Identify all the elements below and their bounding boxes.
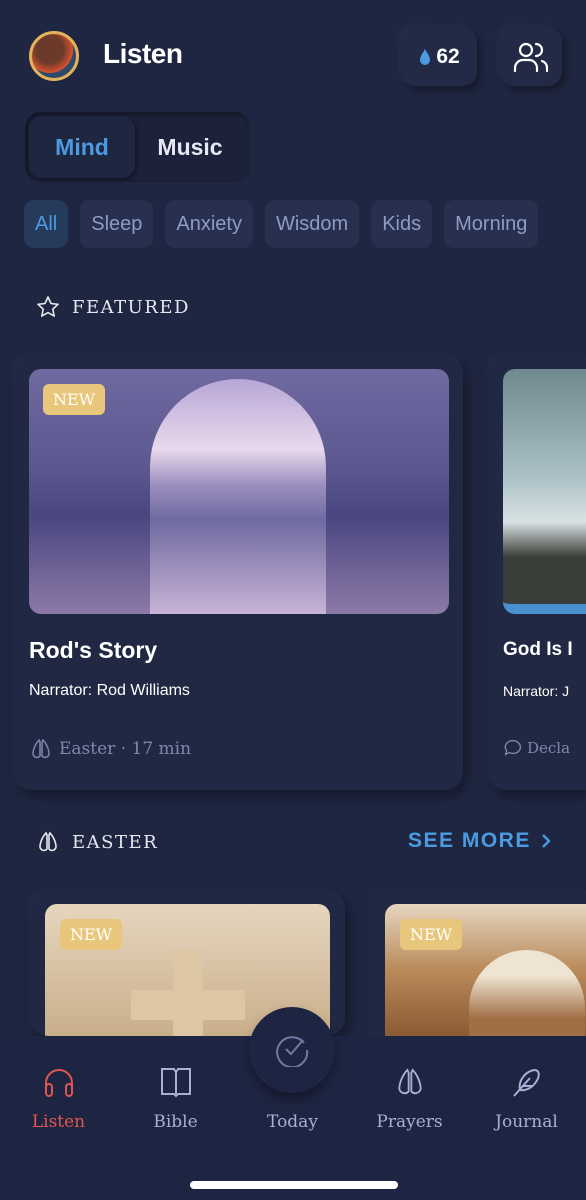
chip-all[interactable]: All: [24, 200, 69, 248]
book-icon: [160, 1068, 191, 1098]
nav-label: Bible: [153, 1112, 198, 1132]
featured-card-2[interactable]: God Is I Narrator: J Decla: [488, 355, 586, 790]
avatar[interactable]: [29, 31, 79, 81]
check-circle-icon: [276, 1036, 309, 1067]
nav-label: Journal: [495, 1112, 558, 1132]
nav-label: Today: [267, 1112, 318, 1132]
praying-hands-icon: [32, 738, 50, 759]
nav-today[interactable]: Today: [234, 1112, 351, 1132]
new-badge: NEW: [60, 919, 123, 950]
chat-bubble-icon: [504, 740, 522, 756]
segment-mind[interactable]: Mind: [29, 116, 135, 178]
card-meta: Decla: [503, 738, 570, 758]
nav-listen[interactable]: Listen: [0, 1066, 117, 1132]
card-narrator: Narrator: Rod Williams: [29, 682, 190, 699]
category-chips: All Sleep Anxiety Wisdom Kids Morning: [24, 200, 586, 248]
home-indicator: [190, 1181, 398, 1189]
rods-story-artwork: NEW: [29, 369, 449, 614]
new-badge: NEW: [400, 919, 463, 950]
easter-card-2[interactable]: NEW: [370, 890, 586, 1036]
today-button[interactable]: [249, 1007, 335, 1093]
card-2-artwork: [503, 369, 586, 614]
featured-heading-text: FEATURED: [72, 296, 190, 318]
featured-heading: FEATURED: [36, 295, 190, 319]
star-icon: [37, 296, 59, 317]
praying-hands-icon: [397, 1068, 422, 1095]
chip-anxiety[interactable]: Anxiety: [165, 200, 253, 248]
featured-card-rods-story[interactable]: NEW Rod's Story Narrator: Rod Williams E…: [14, 355, 463, 790]
feather-icon: [512, 1068, 540, 1097]
see-more-text: SEE MORE: [408, 829, 531, 852]
nav-journal[interactable]: Journal: [468, 1066, 585, 1132]
nav-label: Listen: [31, 1112, 86, 1132]
segment-music[interactable]: Music: [140, 116, 240, 178]
chip-kids[interactable]: Kids: [371, 200, 433, 248]
friends-button[interactable]: [500, 28, 562, 86]
bottom-nav: Listen Bible Today Prayers Journal: [0, 1007, 586, 1200]
card-title: Rod's Story: [29, 637, 158, 663]
see-more-link[interactable]: SEE MORE: [408, 829, 551, 853]
nav-label: Prayers: [376, 1112, 443, 1132]
chip-wisdom[interactable]: Wisdom: [264, 200, 360, 248]
chip-sleep[interactable]: Sleep: [80, 200, 154, 248]
nav-prayers[interactable]: Prayers: [351, 1066, 468, 1132]
chevron-right-icon: [542, 834, 551, 848]
nav-bible[interactable]: Bible: [117, 1066, 234, 1132]
streak-button[interactable]: 62: [401, 28, 477, 86]
card-narrator: Narrator: J: [503, 683, 570, 699]
card-meta: Easter · 17 min: [29, 737, 191, 761]
easter-heading: EASTER: [36, 830, 158, 854]
users-icon: [513, 42, 549, 73]
desert-artwork: NEW: [385, 904, 586, 1036]
page-title: Listen: [103, 38, 183, 69]
water-drop-icon: [420, 49, 431, 65]
chip-morning[interactable]: Morning: [444, 200, 539, 248]
easter-heading-text: EASTER: [72, 831, 159, 853]
card-meta-text: Decla: [527, 739, 571, 757]
mind-music-toggle: Mind Music: [25, 112, 250, 182]
headphones-icon: [44, 1069, 73, 1097]
card-meta-text: Easter · 17 min: [59, 739, 192, 759]
new-badge: NEW: [43, 384, 106, 415]
card-title: God Is I: [503, 639, 573, 660]
praying-hands-icon: [39, 831, 57, 852]
streak-count: 62: [436, 45, 460, 68]
